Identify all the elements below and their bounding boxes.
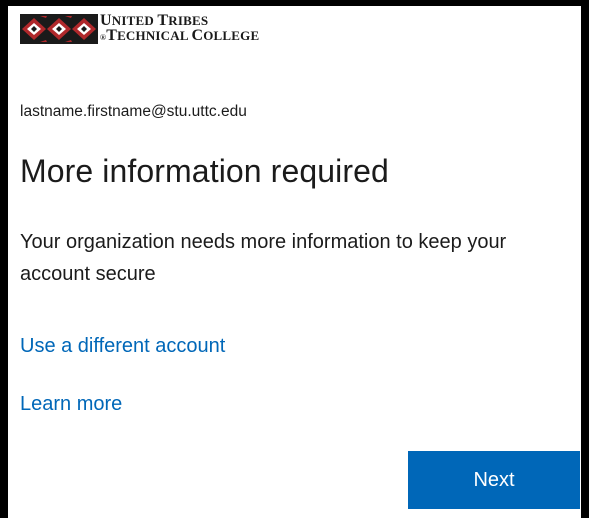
info-message: Your organization needs more information… [20, 231, 507, 285]
logo-line-2: ®TECHNICAL COLLEGE [100, 27, 260, 44]
use-different-account-link[interactable]: Use a different account [20, 335, 225, 358]
logo-wordmark: UNITED TRIBES ®TECHNICAL COLLEGE [100, 13, 259, 45]
window-frame-top [0, 0, 589, 6]
account-email: lastname.firstname@stu.uttc.edu [20, 103, 247, 120]
window-frame-left [0, 0, 8, 518]
logo-diamond-icon [20, 14, 98, 44]
logo-line-1: UNITED TRIBES [100, 12, 209, 29]
next-button[interactable]: Next [408, 451, 580, 509]
organization-logo: UNITED TRIBES ®TECHNICAL COLLEGE [20, 13, 259, 45]
page-title: More information required [20, 153, 389, 189]
window-frame-right [581, 0, 589, 518]
learn-more-link[interactable]: Learn more [20, 393, 122, 416]
